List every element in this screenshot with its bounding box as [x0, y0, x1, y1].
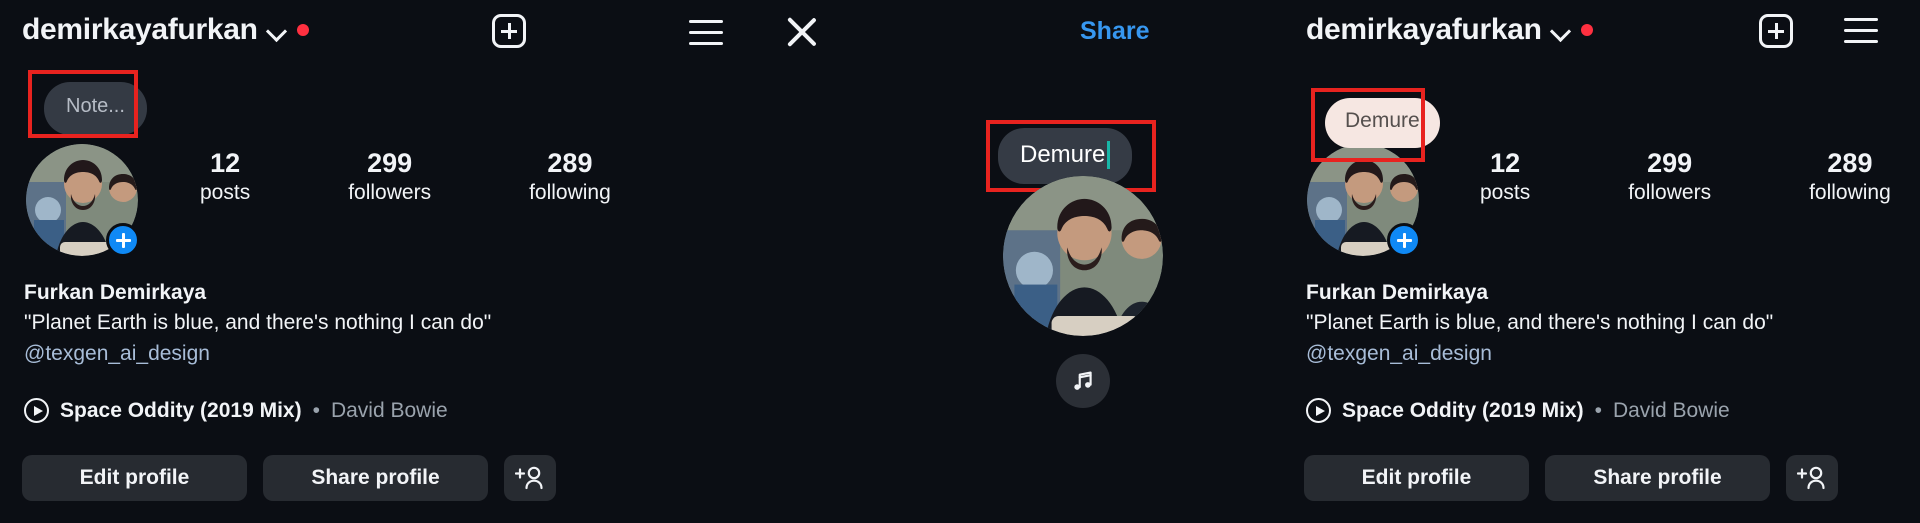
- music-title: Space Oddity (2019 Mix): [60, 398, 302, 422]
- share-button[interactable]: Share: [1080, 17, 1149, 46]
- avatar-photo: [1003, 176, 1163, 336]
- panel-before: demirkayafurkan Note... 12 posts 299 fol…: [0, 0, 660, 523]
- edit-profile-button[interactable]: Edit profile: [1304, 455, 1529, 501]
- stat-number: 289: [547, 148, 593, 178]
- note-bubble-placeholder[interactable]: Note...: [44, 82, 147, 135]
- header-before: demirkayafurkan: [0, 0, 660, 68]
- stat-following[interactable]: 289 following: [1809, 148, 1891, 207]
- bio-handle-link[interactable]: @texgen_ai_design: [24, 339, 491, 369]
- stat-number: 299: [1647, 148, 1693, 178]
- music-artist: David Bowie: [1612, 398, 1730, 422]
- music-row[interactable]: Space Oddity (2019 Mix) • David Bowie: [24, 398, 448, 423]
- hamburger-menu-icon: [1844, 18, 1878, 44]
- stats-row: 12 posts 299 followers 289 following: [1480, 148, 1891, 207]
- menu-button[interactable]: [1844, 18, 1878, 44]
- plus-square-icon: [492, 14, 526, 48]
- music-note-icon: [1074, 371, 1092, 390]
- stat-label: following: [529, 181, 611, 205]
- play-circle-icon[interactable]: [24, 398, 49, 423]
- close-x-icon: [785, 15, 819, 49]
- discover-people-button[interactable]: [504, 455, 556, 501]
- stat-posts[interactable]: 12 posts: [1480, 148, 1530, 207]
- stat-number: 12: [210, 148, 241, 178]
- profile-username[interactable]: demirkayafurkan: [22, 13, 258, 47]
- bio-block: Furkan Demirkaya "Planet Earth is blue, …: [24, 278, 491, 369]
- music-separator: •: [1594, 398, 1602, 422]
- stats-row: 12 posts 299 followers 289 following: [200, 148, 611, 207]
- play-circle-icon[interactable]: [1306, 398, 1331, 423]
- panel-after: demirkayafurkan Demure 12 posts 299 foll…: [1298, 0, 1920, 523]
- note-text: Note...: [66, 95, 125, 117]
- close-button[interactable]: [785, 15, 819, 49]
- share-profile-button[interactable]: Share profile: [1545, 455, 1770, 501]
- stat-number: 289: [1827, 148, 1873, 178]
- share-label: Share: [1080, 17, 1150, 45]
- chevron-down-icon[interactable]: [1552, 22, 1569, 39]
- red-dot-indicator: [296, 24, 309, 36]
- add-music-button[interactable]: [1056, 354, 1110, 408]
- add-person-icon: [1797, 466, 1825, 490]
- header-editing: Share: [660, 0, 1298, 68]
- music-separator: •: [312, 398, 320, 422]
- share-profile-button[interactable]: Share profile: [263, 455, 488, 501]
- bio-handle-link[interactable]: @texgen_ai_design: [1306, 339, 1773, 369]
- action-buttons: Edit profile Share profile: [1304, 455, 1838, 501]
- note-bubble-posted[interactable]: Demure: [1325, 98, 1440, 148]
- stat-label: followers: [1628, 181, 1712, 205]
- bio-block: Furkan Demirkaya "Planet Earth is blue, …: [1306, 278, 1773, 369]
- stat-label: following: [1809, 181, 1891, 205]
- stat-posts[interactable]: 12 posts: [200, 148, 250, 207]
- avatar-wrap-before[interactable]: [26, 144, 140, 257]
- add-story-button[interactable]: [1387, 223, 1421, 257]
- stat-following[interactable]: 289 following: [529, 148, 611, 207]
- red-dot-indicator: [1580, 24, 1593, 36]
- text-caret: [1107, 141, 1111, 169]
- action-buttons: Edit profile Share profile: [22, 455, 556, 501]
- avatar-wrap-editing: [1003, 176, 1163, 336]
- hamburger-menu-icon: [689, 20, 723, 46]
- music-title: Space Oddity (2019 Mix): [1342, 398, 1584, 422]
- avatar: [1003, 176, 1163, 336]
- add-person-icon: [515, 466, 543, 490]
- note-text: Demure: [1345, 109, 1420, 132]
- new-post-button[interactable]: [1759, 14, 1793, 48]
- add-story-button[interactable]: [106, 223, 140, 257]
- header-after: demirkayafurkan: [1298, 0, 1920, 68]
- bio-line: "Planet Earth is blue, and there's nothi…: [24, 311, 492, 335]
- stat-followers[interactable]: 299 followers: [1628, 148, 1711, 207]
- avatar-wrap-after[interactable]: [1307, 144, 1421, 257]
- screenshot-root: demirkayafurkan Note... 12 posts 299 fol…: [0, 0, 1920, 523]
- panel-editing: Share Demure: [660, 0, 1298, 523]
- display-name: Furkan Demirkaya: [1306, 281, 1489, 304]
- stat-number: 299: [367, 148, 413, 178]
- stat-label: posts: [1480, 181, 1531, 205]
- edit-profile-button[interactable]: Edit profile: [22, 455, 247, 501]
- note-text: Demure: [1020, 141, 1106, 168]
- display-name: Furkan Demirkaya: [24, 281, 207, 304]
- stat-label: posts: [200, 181, 251, 205]
- stat-label: followers: [348, 181, 432, 205]
- plus-square-icon: [1759, 14, 1793, 48]
- discover-people-button[interactable]: [1786, 455, 1838, 501]
- bio-line: "Planet Earth is blue, and there's nothi…: [1306, 311, 1774, 335]
- music-artist: David Bowie: [330, 398, 448, 422]
- stat-number: 12: [1490, 148, 1521, 178]
- profile-username[interactable]: demirkayafurkan: [1306, 13, 1542, 47]
- stat-followers[interactable]: 299 followers: [348, 148, 431, 207]
- music-row[interactable]: Space Oddity (2019 Mix) • David Bowie: [1306, 398, 1730, 423]
- menu-button[interactable]: [689, 20, 723, 46]
- new-post-button[interactable]: [492, 14, 526, 48]
- chevron-down-icon[interactable]: [268, 22, 285, 39]
